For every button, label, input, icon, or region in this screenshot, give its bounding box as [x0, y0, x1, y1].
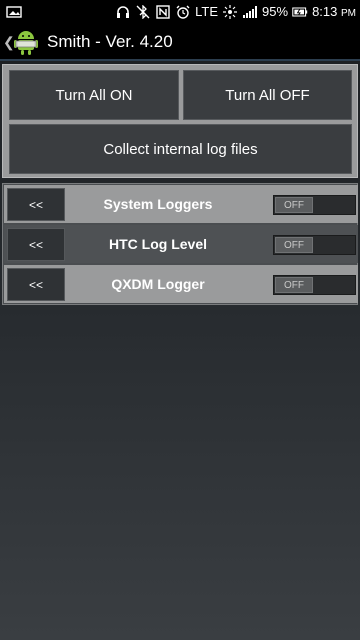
expand-button[interactable]: << [7, 268, 65, 301]
controls-panel: Turn All ON Turn All OFF Collect interna… [2, 64, 358, 178]
headset-icon [115, 5, 131, 19]
status-bar: LTE 95% 8:13 PM [0, 0, 360, 23]
logger-label: System Loggers [103, 196, 213, 212]
signal-icon [242, 5, 258, 19]
toggle-state-label: OFF [275, 237, 313, 253]
alarm-icon [175, 5, 191, 19]
turn-all-off-button[interactable]: Turn All OFF [183, 70, 352, 120]
system-loggers-toggle[interactable]: OFF [273, 195, 356, 215]
expand-button[interactable]: << [7, 188, 65, 221]
data-sync-icon [222, 4, 238, 19]
network-type-label: LTE [195, 4, 219, 19]
action-bar: ❮ Smith - Ver. 4.20 [0, 23, 360, 61]
app-title: Smith - Ver. 4.20 [47, 32, 173, 51]
image-icon [6, 5, 22, 19]
logger-list: << System Loggers OFF << HTC Log Level O… [2, 183, 358, 305]
turn-all-on-button[interactable]: Turn All ON [9, 70, 179, 120]
toggle-state-label: OFF [275, 277, 313, 293]
logger-label: HTC Log Level [108, 236, 207, 252]
qxdm-logger-toggle[interactable]: OFF [273, 275, 356, 295]
nfc-icon [155, 4, 171, 19]
logger-row-system-loggers: << System Loggers OFF [4, 185, 358, 223]
battery-percent: 95% [262, 4, 289, 19]
expand-button[interactable]: << [7, 228, 65, 261]
logger-label: QXDM Logger [111, 276, 205, 292]
app-logo-icon[interactable] [13, 28, 39, 56]
htc-log-level-toggle[interactable]: OFF [273, 235, 356, 255]
collect-logs-button[interactable]: Collect internal log files [9, 124, 352, 174]
clock-time: 8:13 PM [312, 4, 356, 19]
action-bar-divider [0, 59, 360, 61]
back-chevron-icon[interactable]: ❮ [3, 34, 15, 51]
battery-charging-icon [292, 5, 308, 19]
bluetooth-off-icon [135, 4, 151, 19]
logger-row-qxdm-logger: << QXDM Logger OFF [4, 265, 358, 303]
toggle-state-label: OFF [275, 197, 313, 213]
logger-row-htc-log-level: << HTC Log Level OFF [4, 225, 358, 263]
